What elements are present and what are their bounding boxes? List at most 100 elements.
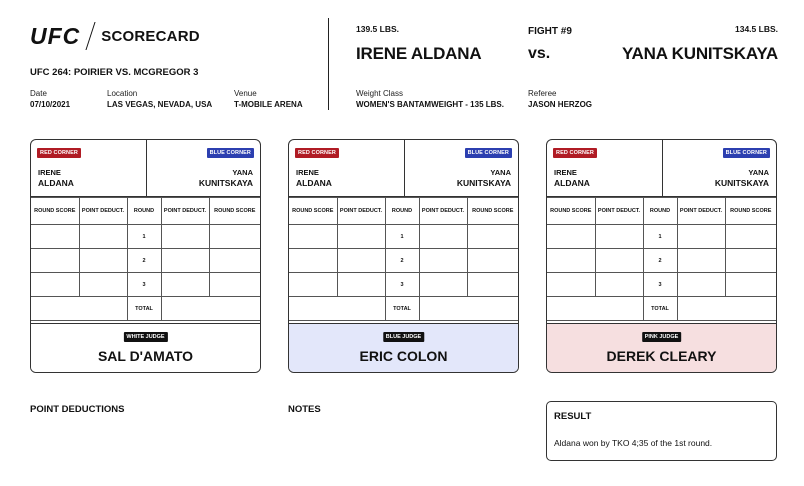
col-round: ROUND [384, 197, 420, 225]
col-round-score-red: ROUND SCORE [289, 197, 338, 225]
col-round: ROUND [642, 197, 678, 225]
red-score-cell[interactable] [289, 248, 338, 273]
red-first-name: IRENE [554, 168, 577, 177]
round-number: 3 [384, 272, 420, 297]
blue-deduct-cell[interactable] [676, 224, 726, 249]
red-deduct-cell[interactable] [594, 272, 644, 297]
blue-deduct-cell[interactable] [160, 272, 210, 297]
blue-score-cell[interactable] [466, 248, 518, 273]
round-number: 2 [126, 248, 162, 273]
red-deduct-cell[interactable] [336, 272, 386, 297]
blue-deduct-cell[interactable] [418, 248, 468, 273]
red-score-cell[interactable] [547, 248, 596, 273]
red-deduct-cell[interactable] [336, 224, 386, 249]
round-number: 1 [642, 224, 678, 249]
score-table: ROUND SCORE POINT DEDUCT. ROUND POINT DE… [547, 197, 776, 321]
red-corner-fighter: IRENE ALDANA [554, 167, 590, 189]
judge-section: WHITE JUDGE SAL D'AMATO [31, 323, 260, 372]
col-round-score-blue: ROUND SCORE [208, 197, 260, 225]
blue-total-cell[interactable] [160, 296, 260, 321]
vs-label: vs. [528, 45, 551, 62]
blue-last-name: KUNITSKAYA [456, 178, 511, 188]
blue-deduct-cell[interactable] [160, 224, 210, 249]
blue-fighter-name: YANA KUNITSKAYA [621, 44, 778, 63]
referee-label: Referee [528, 89, 557, 98]
judge-name: ERIC COLON [359, 348, 448, 364]
blue-score-cell[interactable] [208, 272, 260, 297]
judge-section: BLUE JUDGE ERIC COLON [289, 323, 518, 372]
red-total-cell[interactable] [289, 296, 386, 321]
col-round-score-blue: ROUND SCORE [466, 197, 518, 225]
notes-heading: NOTES [288, 404, 321, 415]
red-score-cell[interactable] [31, 248, 80, 273]
blue-score-cell[interactable] [724, 224, 776, 249]
blue-total-cell[interactable] [418, 296, 518, 321]
total-label: TOTAL [384, 296, 420, 321]
round-number: 1 [384, 224, 420, 249]
total-label: TOTAL [642, 296, 678, 321]
result-heading: RESULT [554, 411, 592, 422]
red-score-cell[interactable] [547, 224, 596, 249]
red-last-name: ALDANA [296, 178, 332, 188]
blue-deduct-cell[interactable] [418, 272, 468, 297]
ufc-logo: UFC SCORECARD [30, 22, 200, 50]
red-corner-fighter: IRENE ALDANA [296, 167, 332, 189]
blue-score-cell[interactable] [724, 272, 776, 297]
col-point-deduct-red: POINT DEDUCT. [78, 197, 128, 225]
date-value: 07/10/2021 [30, 100, 71, 109]
judge-scorecard-pink: RED CORNER BLUE CORNER IRENE ALDANA YANA… [546, 139, 777, 373]
judge-section: PINK JUDGE DEREK CLEARY [547, 323, 776, 372]
blue-score-cell[interactable] [466, 224, 518, 249]
judge-name: DEREK CLEARY [606, 348, 717, 364]
round-number: 2 [384, 248, 420, 273]
col-round-score-red: ROUND SCORE [31, 197, 80, 225]
judge-badge: BLUE JUDGE [382, 332, 425, 342]
red-deduct-cell[interactable] [594, 248, 644, 273]
red-deduct-cell[interactable] [78, 248, 128, 273]
red-corner-badge: RED CORNER [37, 148, 81, 158]
logo-text: UFC [30, 22, 81, 49]
red-deduct-cell[interactable] [594, 224, 644, 249]
red-score-cell[interactable] [31, 272, 80, 297]
red-total-cell[interactable] [547, 296, 644, 321]
red-deduct-cell[interactable] [78, 272, 128, 297]
blue-last-name: KUNITSKAYA [198, 178, 253, 188]
corner-divider [146, 140, 147, 197]
col-round: ROUND [126, 197, 162, 225]
blue-score-cell[interactable] [466, 272, 518, 297]
blue-deduct-cell[interactable] [160, 248, 210, 273]
round-number: 2 [642, 248, 678, 273]
blue-deduct-cell[interactable] [676, 272, 726, 297]
blue-deduct-cell[interactable] [676, 248, 726, 273]
red-score-cell[interactable] [547, 272, 596, 297]
judge-scorecard-blue: RED CORNER BLUE CORNER IRENE ALDANA YANA… [288, 139, 519, 373]
round-number: 3 [126, 272, 162, 297]
red-score-cell[interactable] [31, 224, 80, 249]
red-total-cell[interactable] [31, 296, 128, 321]
blue-corner-badge: BLUE CORNER [206, 148, 254, 158]
blue-score-cell[interactable] [208, 248, 260, 273]
red-score-cell[interactable] [289, 272, 338, 297]
red-last-name: ALDANA [554, 178, 590, 188]
header-divider [328, 18, 329, 110]
red-deduct-cell[interactable] [78, 224, 128, 249]
location-value: LAS VEGAS, NEVADA, USA [107, 100, 213, 109]
red-first-name: IRENE [296, 168, 319, 177]
red-fighter-name: IRENE ALDANA [356, 44, 482, 63]
blue-deduct-cell[interactable] [418, 224, 468, 249]
blue-total-cell[interactable] [676, 296, 776, 321]
red-deduct-cell[interactable] [336, 248, 386, 273]
col-point-deduct-blue: POINT DEDUCT. [418, 197, 468, 225]
blue-score-cell[interactable] [724, 248, 776, 273]
blue-score-cell[interactable] [208, 224, 260, 249]
red-score-cell[interactable] [289, 224, 338, 249]
corner-divider [404, 140, 405, 197]
weight-class-label: Weight Class [356, 89, 403, 98]
corner-divider [662, 140, 663, 197]
corner-header: RED CORNER BLUE CORNER IRENE ALDANA YANA… [289, 140, 518, 197]
round-number: 1 [126, 224, 162, 249]
fight-number: FIGHT #9 [528, 26, 572, 37]
blue-first-name: YANA [232, 168, 253, 177]
score-table: ROUND SCORE POINT DEDUCT. ROUND POINT DE… [31, 197, 260, 321]
location-label: Location [107, 89, 138, 98]
